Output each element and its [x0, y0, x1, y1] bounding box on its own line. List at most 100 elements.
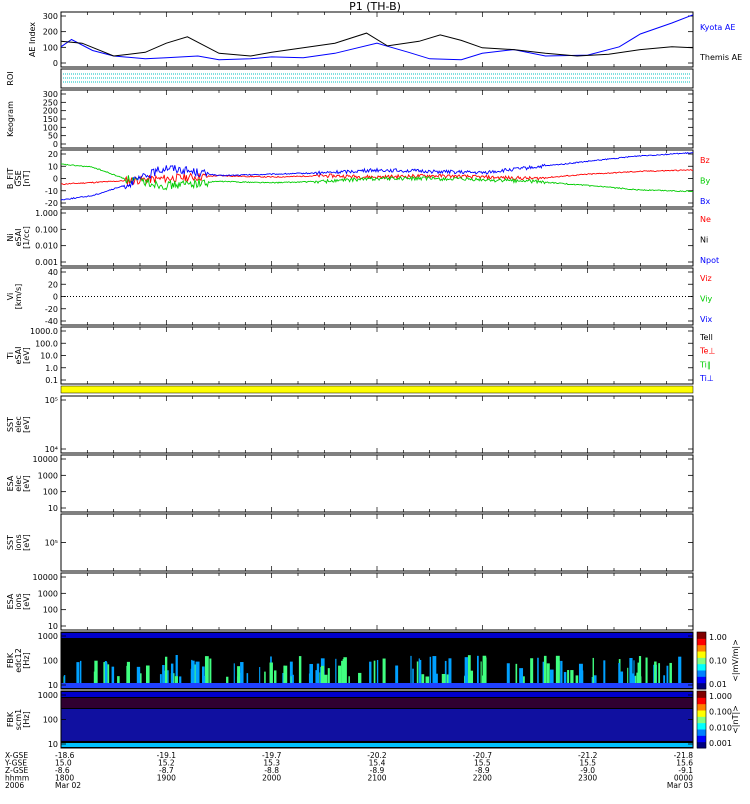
spectrogram-pixel: [179, 676, 182, 683]
spectrogram-pixel: [663, 675, 666, 683]
colorbar-swatch: [697, 682, 706, 690]
spectrogram-pixel: [335, 658, 337, 683]
legend-label: Kyota AE: [700, 23, 735, 32]
legend-label: Bx: [700, 197, 710, 206]
spectrogram-pixel: [395, 665, 399, 683]
spectrogram-band: [61, 709, 693, 741]
spectrogram-pixel: [654, 661, 657, 683]
legend-label: Tell: [699, 333, 713, 342]
spectrogram-pixel: [164, 656, 168, 683]
y-axis-label: [eV]: [22, 347, 31, 364]
y-tick-label: 1000: [38, 589, 58, 598]
spectrogram-pixel: [592, 657, 594, 683]
y-tick-label: -40: [45, 317, 58, 326]
spectrogram-pixel: [76, 662, 80, 683]
spectrogram-pixel: [63, 675, 66, 683]
spectrogram-pixel: [246, 673, 249, 683]
spectrogram-pixel: [441, 673, 446, 683]
sst-e-panel: 10⁵10⁴SST elec [eV]: [6, 395, 694, 454]
spectrogram-pixel: [264, 671, 266, 683]
colorbar-swatch: [697, 697, 706, 705]
colorbar-tick-label: 0.001: [709, 739, 732, 748]
spectrogram-pixel: [567, 670, 570, 683]
roi-panel: ROI: [6, 68, 694, 89]
legend-label: Vix: [700, 315, 713, 324]
spectrogram-pixel: [316, 663, 320, 683]
spectrogram-pixel: [425, 676, 430, 683]
y-tick-label: 1000.0: [30, 327, 58, 336]
legend-label: Bz: [700, 156, 710, 165]
y-axis-label: [km/s]: [14, 284, 23, 310]
spectrogram-pixel: [233, 663, 235, 683]
y-tick-label: 0.010: [35, 242, 58, 251]
spectrogram-pixel: [645, 657, 648, 683]
colorbar-swatch: [697, 657, 706, 665]
spectrogram-pixel: [464, 657, 468, 683]
plot-page: P1 (TH-B) 300 200 100 0 AE Index Kyota AE Them…: [0, 0, 750, 800]
spectrogram-pixel: [167, 670, 169, 683]
y-tick-label: 0.100: [35, 225, 58, 234]
panel-frame: [60, 572, 694, 631]
spectrogram-pixel: [603, 660, 606, 683]
spectrogram-pixel: [342, 659, 345, 683]
spectrogram-pixel: [546, 663, 550, 683]
y-tick-label: 1.0: [45, 364, 58, 373]
spectrogram-pixel: [537, 657, 539, 683]
colorbar-tick-label: 0.010: [709, 723, 732, 732]
spectrogram-pixel: [382, 658, 386, 683]
spectrogram-pixel: [429, 656, 432, 683]
spectrogram-band: [61, 743, 693, 747]
spectrogram-pixel: [563, 672, 567, 683]
y-tick-label: 10⁵: [45, 539, 58, 548]
esa-e-panel: 10000100010010ESA elec [eV]: [6, 454, 694, 513]
y-tick-label: 100: [43, 716, 58, 725]
colorbar-swatch: [697, 691, 706, 698]
y-tick-label: 0: [53, 293, 58, 302]
multi-panel-plot: P1 (TH-B) 3002001000AE Index Kyota AEThem…: [4, 0, 742, 790]
y-tick-label: 100: [43, 488, 58, 497]
colorbar-tick-label: 0.10: [709, 657, 727, 666]
colorbar-tick-label: 1.000: [709, 692, 732, 701]
spectrogram-pixel: [658, 663, 661, 683]
fbk1-colorbar: 1.00 0.10 0.01 <|mV/m|>: [696, 631, 740, 690]
spectrogram-pixel: [519, 668, 524, 683]
keogram-panel: 300250200150100500Keogram: [6, 89, 694, 149]
spectrogram-pixel: [136, 666, 141, 683]
y-tick-label: 10000: [33, 573, 58, 582]
legend-label: Ti⊥: [699, 374, 714, 383]
y-tick-label: 10⁵: [45, 396, 58, 405]
spectrogram-pixel: [618, 663, 621, 683]
y-tick-label: 100: [43, 43, 58, 52]
spectrogram-pixel: [226, 676, 229, 683]
y-axis-label: [nT]: [22, 170, 31, 186]
spectrogram-pixel: [126, 661, 130, 683]
legend-label: Viy: [700, 295, 713, 304]
sst-i-panel: 10⁵SST ions [eV]: [6, 513, 694, 572]
spectrogram-pixel: [369, 661, 372, 683]
legend-label: Viz: [700, 274, 712, 283]
ni-panel: 1.0000.1000.0100.001Ni eSAI [1/cc]NeNiNpot: [6, 208, 719, 267]
spectrogram-pixel: [93, 671, 96, 683]
spectrogram-pixel: [555, 655, 560, 683]
panel-frame: [60, 395, 694, 454]
footer-tick-label: 2000: [262, 774, 281, 783]
y-tick-label: 1.000: [35, 209, 58, 218]
y-tick-label: 10.0: [40, 352, 58, 361]
footer-tick-label: Mar 02: [55, 781, 81, 790]
y-tick-label: 0.001: [35, 258, 58, 267]
y-axis-label: [eV]: [22, 593, 31, 610]
spectrogram-pixel: [480, 661, 482, 683]
spectrogram-pixel: [581, 670, 584, 683]
spectrogram-pixel: [107, 664, 110, 683]
y-tick-label: -20: [45, 199, 58, 208]
spectrogram-pixel: [283, 665, 288, 683]
y-tick-label: 10: [48, 740, 58, 749]
y-tick-label: 40: [48, 268, 58, 277]
bfit-panel: 20100-10-20B_FIT GSE [nT]BzByBx: [6, 149, 710, 208]
y-tick-label: -10: [45, 187, 58, 196]
y-axis-label: [eV]: [22, 416, 31, 433]
legend-label: Te⊥: [699, 347, 715, 356]
spectrogram-pixel: [678, 656, 682, 683]
colorbar-tick-label: 1.00: [709, 633, 727, 642]
spectrogram-pixel: [104, 660, 107, 683]
